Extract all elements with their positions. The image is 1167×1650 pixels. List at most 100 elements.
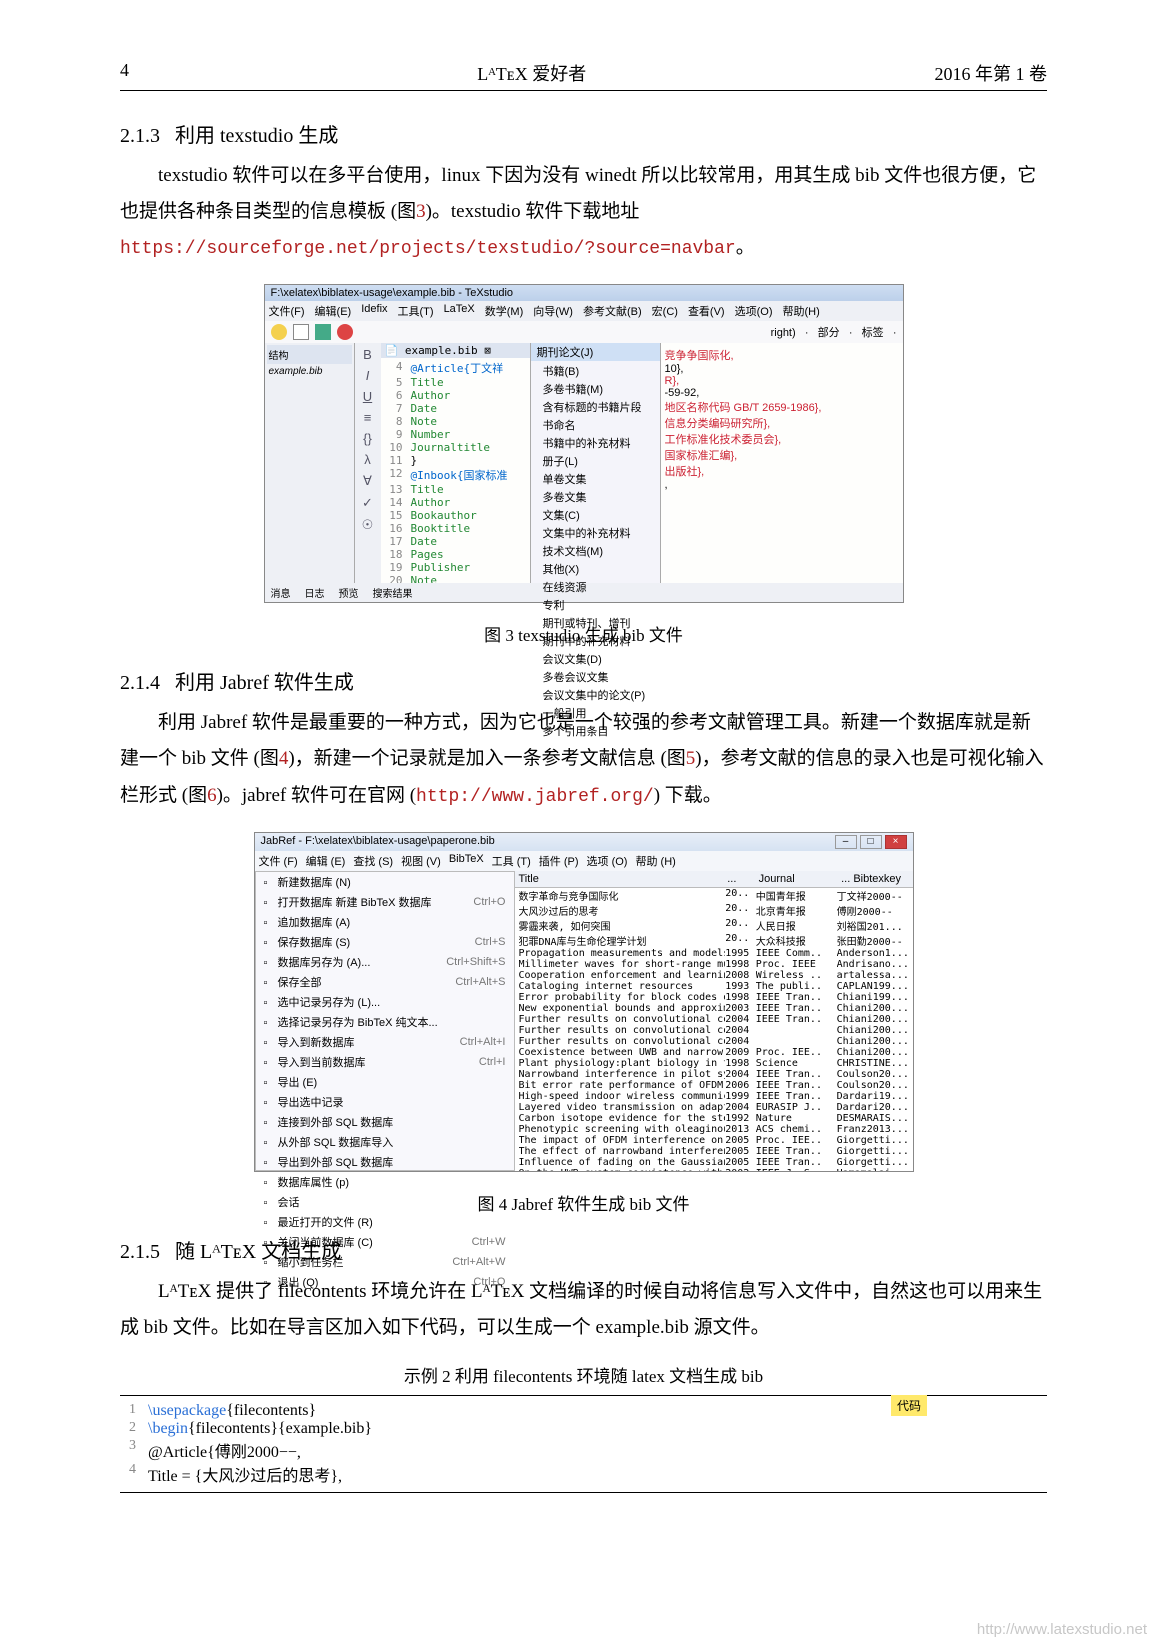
table-row[interactable]: Plant physiology:plant biology in the Ge… — [515, 1058, 913, 1069]
menu-item[interactable]: 数学(M) — [485, 303, 524, 319]
table-row[interactable]: High-speed indoor wireless communication… — [515, 1091, 913, 1102]
table-row[interactable]: Bit error rate performance of OFDM in na… — [515, 1080, 913, 1091]
menu-item[interactable]: 工具 (T) — [492, 853, 531, 869]
fig4-table[interactable]: Title...Journal... Bibtexkey 数字革命与竞争国际化2… — [515, 871, 913, 1171]
menu-item[interactable]: 向导(W) — [533, 303, 573, 319]
menu-item[interactable]: 选项(O) — [735, 303, 773, 319]
dropdown-item[interactable]: 多卷会议文集 — [537, 668, 654, 686]
close-icon[interactable] — [337, 324, 353, 340]
table-row[interactable]: 大风沙过后的思考20..北京青年报傅刚2000-- — [515, 903, 913, 918]
table-row[interactable]: Error probability for block codes over c… — [515, 992, 913, 1003]
menu-item[interactable]: LaTeX — [444, 303, 475, 319]
menu-item[interactable]: 查看(V) — [688, 303, 725, 319]
table-row[interactable]: 雾霾来袭, 如何突围20..人民日报刘裕国201... — [515, 918, 913, 933]
table-row[interactable]: Further results on convolutional code se… — [515, 1025, 913, 1036]
file-menu-item[interactable]: ▫导入到当前数据库Ctrl+I — [256, 1052, 514, 1072]
menu-item[interactable]: 帮助 (H) — [635, 853, 675, 869]
table-row[interactable]: Narrowband interference in pilot symbol … — [515, 1069, 913, 1080]
table-row[interactable]: Further results on convolutional code se… — [515, 1036, 913, 1047]
status-tab[interactable]: 消息 — [271, 585, 291, 600]
table-row[interactable]: 数字革命与竞争国际化20..中国青年报丁文祥2000-- — [515, 888, 913, 903]
table-row[interactable]: Carbon isotope evidence for the stepwise… — [515, 1113, 913, 1124]
file-menu-item[interactable]: ▫新建数据库 (N) — [256, 872, 514, 892]
menu-item[interactable]: 选项 (O) — [587, 853, 628, 869]
fig-ref-4[interactable]: 4 — [279, 748, 289, 769]
menu-item[interactable]: 文件 (F) — [259, 853, 298, 869]
menu-item[interactable]: 工具(T) — [398, 303, 434, 319]
file-menu-item[interactable]: ▫数据库另存为 (A)...Ctrl+Shift+S — [256, 952, 514, 972]
fig-ref-3[interactable]: 3 — [416, 201, 426, 222]
menu-item[interactable]: BibTeX — [449, 853, 484, 869]
file-menu-item[interactable]: ▫会话 — [256, 1192, 514, 1212]
dropdown-item[interactable]: 专利 — [537, 596, 654, 614]
dropdown-item[interactable]: 其他(X) — [537, 560, 654, 578]
underline-icon[interactable]: U — [363, 389, 372, 404]
file-menu-item[interactable]: ▫从外部 SQL 数据库导入 — [256, 1132, 514, 1152]
italic-icon[interactable]: I — [366, 368, 370, 383]
dropdown-item[interactable]: 含有标题的书籍片段 — [537, 398, 654, 416]
dropdown-item[interactable]: 文集(C) — [537, 506, 654, 524]
table-row[interactable]: Propagation measurements and models for … — [515, 948, 913, 959]
menu-item[interactable]: 宏(C) — [652, 303, 678, 319]
fig3-bibmenu[interactable]: 期刊论文(J) 书籍(B)多卷书籍(M)含有标题的书籍片段书命名书籍中的补充材料… — [531, 343, 661, 583]
dropdown-item[interactable]: 多卷文集 — [537, 488, 654, 506]
menu-item[interactable]: 查找 (S) — [353, 853, 393, 869]
dropdown-item[interactable]: 多卷书籍(M) — [537, 380, 654, 398]
file-menu-item[interactable]: ▫追加数据库 (A) — [256, 912, 514, 932]
table-row[interactable]: Coexistence between UWB and narrow-band … — [515, 1047, 913, 1058]
status-tab[interactable]: 搜索结果 — [373, 585, 413, 600]
table-row[interactable]: Cooperation enforcement and learning for… — [515, 970, 913, 981]
file-menu-item[interactable]: ▫选中记录另存为 (L)... — [256, 992, 514, 1012]
close-icon[interactable]: × — [885, 835, 907, 849]
file-menu-item[interactable]: ▫导入到新数据库Ctrl+Alt+I — [256, 1032, 514, 1052]
menu-item[interactable]: 编辑(E) — [315, 303, 352, 319]
status-tab[interactable]: 日志 — [305, 585, 325, 600]
dropdown-item[interactable]: 会议文集(D) — [537, 650, 654, 668]
table-row[interactable]: 犯罪DNA库与生命伦理学计划20..大众科技报张田勤2000-- — [515, 933, 913, 948]
save-icon[interactable] — [315, 324, 331, 340]
menu-item[interactable]: 文件(F) — [269, 303, 305, 319]
menu-item[interactable]: Idefix — [361, 303, 387, 319]
texstudio-url[interactable]: https://sourceforge.net/projects/texstud… — [120, 239, 736, 259]
table-row[interactable]: Phenotypic screening with oleaginous mic… — [515, 1124, 913, 1135]
table-row[interactable]: The effect of narrowband interference on… — [515, 1146, 913, 1157]
file-menu-item[interactable]: ▫数据库属性 (p) — [256, 1172, 514, 1192]
new-icon[interactable] — [293, 324, 309, 340]
fig4-file-menu[interactable]: ▫新建数据库 (N)▫打开数据库 新建 BibTeX 数据库Ctrl+O▫追加数… — [255, 871, 515, 1171]
menu-item[interactable]: 帮助(H) — [783, 303, 820, 319]
dropdown-item[interactable]: 书命名 — [537, 416, 654, 434]
file-menu-item[interactable]: ▫最近打开的文件 (R) — [256, 1212, 514, 1232]
fig-ref-6[interactable]: 6 — [207, 785, 217, 806]
jabref-url[interactable]: http://www.jabref.org/ — [416, 787, 654, 807]
file-menu-item[interactable]: ▫打开数据库 新建 BibTeX 数据库Ctrl+O — [256, 892, 514, 912]
fig-ref-5[interactable]: 5 — [686, 748, 696, 769]
table-row[interactable]: Cataloging internet resources1993The pub… — [515, 981, 913, 992]
dropdown-item[interactable]: 在线资源 — [537, 578, 654, 596]
dropdown-item[interactable]: 单卷文集 — [537, 470, 654, 488]
menu-item[interactable]: 参考文献(B) — [583, 303, 642, 319]
bold-icon[interactable]: B — [363, 347, 372, 362]
file-menu-item[interactable]: ▫保存数据库 (S)Ctrl+S — [256, 932, 514, 952]
file-menu-item[interactable]: ▫选择记录另存为 BibTeX 纯文本... — [256, 1012, 514, 1032]
menu-item[interactable]: 视图 (V) — [401, 853, 441, 869]
table-row[interactable]: Millimeter waves for short-range multime… — [515, 959, 913, 970]
table-row[interactable]: The impact of OFDM interference on TH-PP… — [515, 1135, 913, 1146]
status-tab[interactable]: 预览 — [339, 585, 359, 600]
table-row[interactable]: New exponential bounds and approximation… — [515, 1003, 913, 1014]
dropdown-item[interactable]: 技术文档(M) — [537, 542, 654, 560]
dropdown-item[interactable]: 书籍(B) — [537, 362, 654, 380]
menu-item[interactable]: 插件 (P) — [539, 853, 579, 869]
dropdown-item[interactable]: 会议文集中的论文(P) — [537, 686, 654, 704]
table-row[interactable]: Influence of fading on the Gaussian appr… — [515, 1157, 913, 1168]
menu-item[interactable]: 编辑 (E) — [306, 853, 346, 869]
file-menu-item[interactable]: ▫导出到外部 SQL 数据库 — [256, 1152, 514, 1172]
dropdown-item[interactable]: 文集中的补充材料 — [537, 524, 654, 542]
dropdown-item[interactable]: 书籍中的补充材料 — [537, 434, 654, 452]
file-menu-item[interactable]: ▫导出 (E) — [256, 1072, 514, 1092]
minimize-icon[interactable]: – — [835, 835, 857, 849]
file-menu-item[interactable]: ▫保存全部Ctrl+Alt+S — [256, 972, 514, 992]
table-row[interactable]: On the UWB system coexistence with GSM90… — [515, 1168, 913, 1171]
maximize-icon[interactable]: □ — [860, 835, 882, 849]
fig3-editor[interactable]: 📄 example.bib ⊠ 4@Article{丁文祥5Title6Auth… — [381, 343, 531, 583]
table-row[interactable]: Further results on convolutional code se… — [515, 1014, 913, 1025]
